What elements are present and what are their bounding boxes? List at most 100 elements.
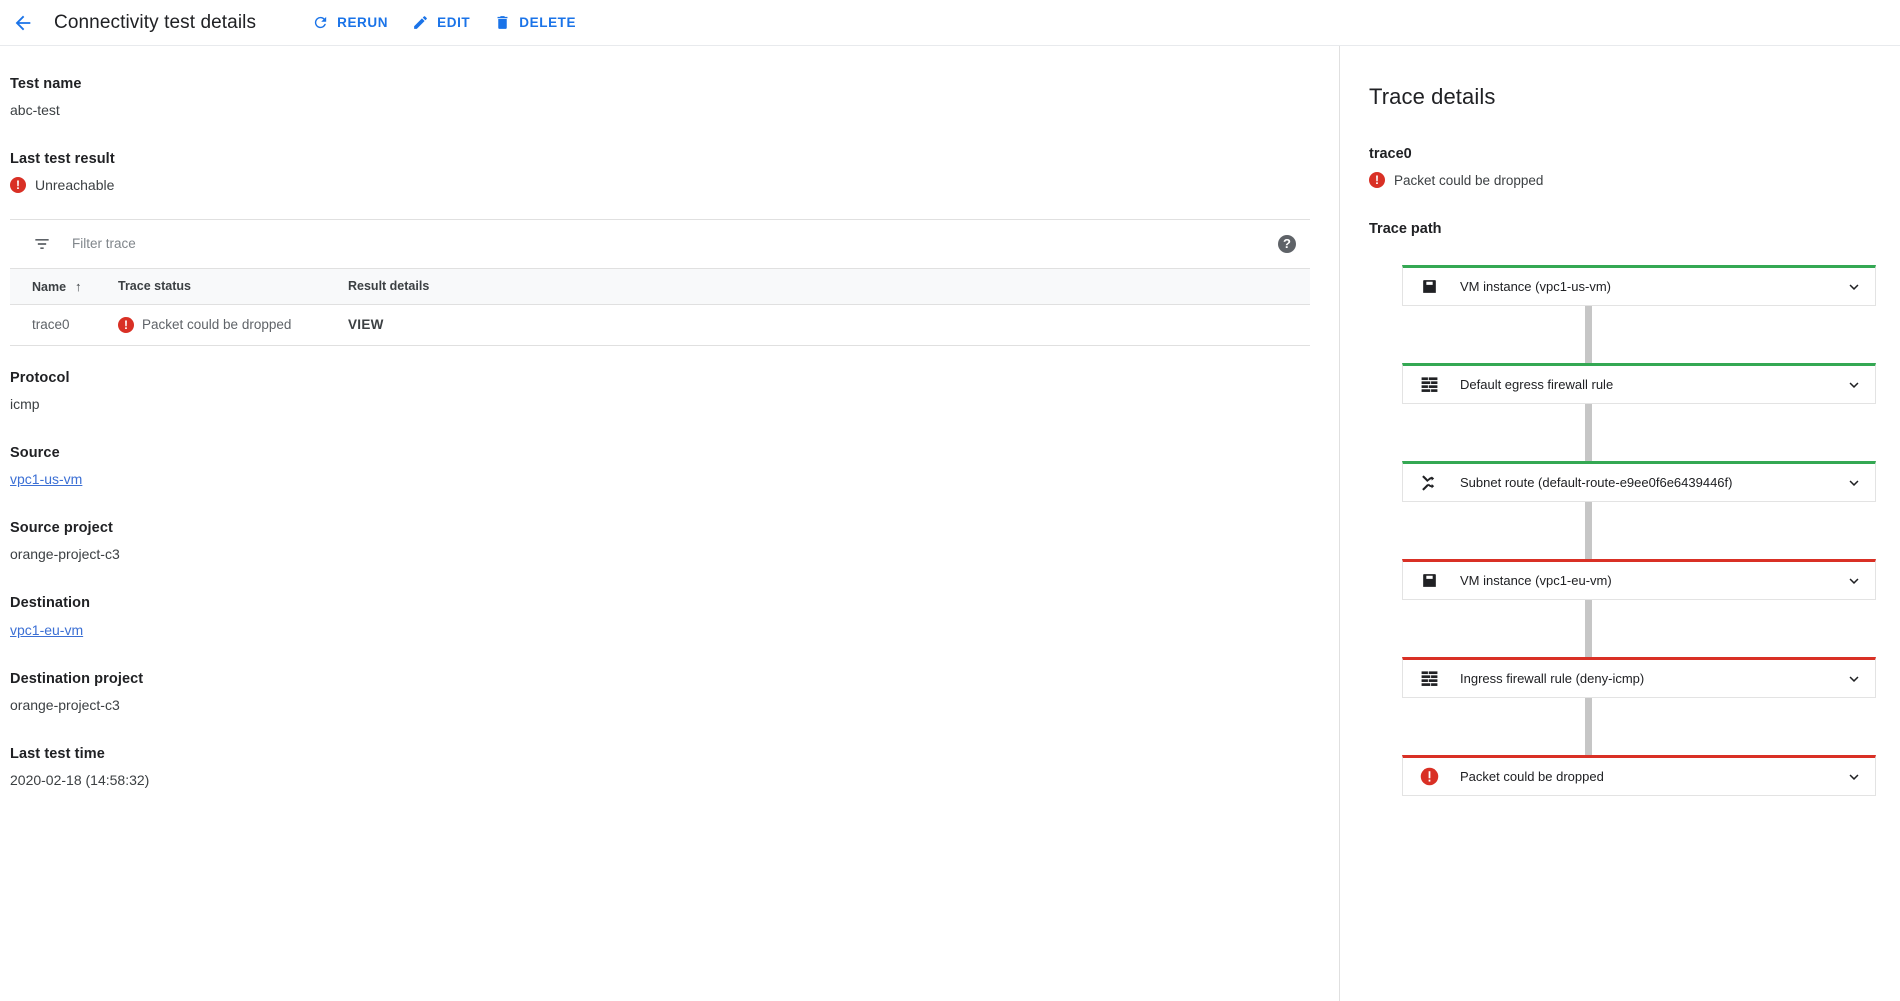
delete-button[interactable]: DELETE <box>484 8 586 37</box>
trace-table-body: trace0 ! Packet could be dropped VIEW <box>10 304 1310 346</box>
trace-node-vm-instance-source[interactable]: VM instance (vpc1-us-vm) <box>1402 265 1876 306</box>
trace-table-section: ? Name ↑ Trace status Result details trac… <box>10 218 1310 346</box>
refresh-icon <box>314 16 327 29</box>
column-header-name-label: Name <box>32 279 67 294</box>
vm-instance-icon <box>1419 276 1440 297</box>
trace-path-node: Default egress firewall rule <box>1402 363 1876 404</box>
field-test-name: Test name abc-test <box>10 74 1339 121</box>
destination-project-label: Destination project <box>10 670 144 687</box>
trash-icon <box>497 16 508 29</box>
protocol-label: Protocol <box>10 369 70 386</box>
trace-details-title: Trace details <box>1369 84 1496 109</box>
top-app-bar: Connectivity test details RERUN EDIT DEL… <box>0 0 1900 46</box>
trace-node-subnet-route[interactable]: Subnet route (default-route-e9ee0f6e6439… <box>1402 461 1876 502</box>
test-details-panel: Test name abc-test Last test result ! Un… <box>0 46 1340 1001</box>
column-header-name[interactable]: Name ↑ <box>10 267 118 305</box>
destination-label: Destination <box>10 595 91 612</box>
cell-result-details: VIEW <box>348 304 1310 346</box>
trace-node-ingress-firewall[interactable]: Ingress firewall rule (deny-icmp) <box>1402 657 1876 698</box>
last-test-result-value: Unreachable <box>35 176 115 193</box>
filter-trace-input[interactable] <box>72 236 572 252</box>
trace-node-label: Default egress firewall rule <box>1460 377 1614 392</box>
trace-path-node: VM instance (vpc1-us-vm) <box>1402 265 1876 306</box>
cell-trace-name: trace0 <box>10 304 118 346</box>
page-title: Connectivity test details <box>54 11 257 33</box>
table-header-row: Name ↑ Trace status Result details <box>10 267 1310 305</box>
field-last-test-time: Last test time 2020-02-18 (14:58:32) <box>10 744 1339 791</box>
chevron-down-icon[interactable] <box>1845 572 1863 590</box>
trace-table: Name ↑ Trace status Result details trace0… <box>10 267 1310 346</box>
table-row[interactable]: trace0 ! Packet could be dropped VIEW <box>10 304 1310 346</box>
trace-node-label: VM instance (vpc1-us-vm) <box>1460 279 1611 294</box>
trace-path-node: Subnet route (default-route-e9ee0f6e6439… <box>1402 461 1876 502</box>
error-icon: ! <box>118 316 134 333</box>
trace-table-head: Name ↑ Trace status Result details <box>10 267 1310 305</box>
cell-trace-status: ! Packet could be dropped <box>118 304 348 346</box>
error-icon <box>1419 766 1440 787</box>
trace-node-egress-firewall[interactable]: Default egress firewall rule <box>1402 363 1876 404</box>
trace-path-node: Packet could be dropped <box>1402 755 1876 796</box>
edit-button[interactable]: EDIT <box>402 8 480 37</box>
vm-instance-icon <box>1419 570 1440 591</box>
trace-status-text: Packet could be dropped <box>142 317 292 333</box>
column-header-trace-status[interactable]: Trace status <box>118 267 348 305</box>
help-icon[interactable]: ? <box>1278 234 1296 253</box>
source-link[interactable]: vpc1-us-vm <box>10 469 82 490</box>
sort-ascending-icon: ↑ <box>75 278 82 294</box>
error-icon: ! <box>1369 172 1385 188</box>
last-test-result-label: Last test result <box>10 151 115 168</box>
trace-node-label: VM instance (vpc1-eu-vm) <box>1460 573 1612 588</box>
destination-link[interactable]: vpc1-eu-vm <box>10 620 83 641</box>
trace-name: trace0 <box>1369 146 1412 162</box>
chevron-down-icon[interactable] <box>1845 474 1863 492</box>
trace-path-node: VM instance (vpc1-eu-vm) <box>1402 559 1876 600</box>
view-trace-button[interactable]: VIEW <box>348 317 384 332</box>
trace-node-label: Packet could be dropped <box>1460 769 1604 784</box>
test-name-label: Test name <box>10 76 82 92</box>
field-protocol: Protocol icmp <box>10 368 1339 415</box>
trace-status-wrap: ! Packet could be dropped <box>118 316 348 333</box>
trace-status-label: Packet could be dropped <box>1394 172 1544 188</box>
chevron-down-icon[interactable] <box>1845 278 1863 296</box>
connectivity-test-details-page: Connectivity test details RERUN EDIT DEL… <box>0 0 1900 1001</box>
chevron-down-icon[interactable] <box>1845 376 1863 394</box>
field-destination: Destination vpc1-eu-vm <box>10 593 1339 640</box>
filter-icon[interactable] <box>32 234 52 254</box>
back-button[interactable] <box>6 6 40 40</box>
last-test-time-label: Last test time <box>10 746 105 763</box>
source-project-value: orange-project-c3 <box>10 546 120 563</box>
test-name-value: abc-test <box>10 102 60 119</box>
firewall-icon <box>1419 668 1440 689</box>
trace-path-title: Trace path <box>1369 221 1442 237</box>
field-last-test-result: Last test result ! Unreachable <box>10 149 1339 193</box>
back-arrow-icon <box>15 15 31 30</box>
pencil-icon <box>414 16 427 29</box>
rerun-label: RERUN <box>337 15 389 30</box>
edit-label: EDIT <box>437 15 471 30</box>
chevron-down-icon[interactable] <box>1845 768 1863 786</box>
trace-node-label: Ingress firewall rule (deny-icmp) <box>1460 671 1645 686</box>
last-test-time-value: 2020-02-18 (14:58:32) <box>10 772 150 789</box>
chevron-down-icon[interactable] <box>1845 670 1863 688</box>
source-label: Source <box>10 444 60 461</box>
trace-details-panel: Trace details trace0 ! Packet could be d… <box>1341 46 1900 1001</box>
firewall-icon <box>1419 374 1440 395</box>
trace-path-list: VM instance (vpc1-us-vm) Default egress … <box>1369 265 1876 796</box>
trace-status-row: ! Packet could be dropped <box>1369 172 1876 188</box>
field-source-project: Source project orange-project-c3 <box>10 518 1339 565</box>
rerun-button[interactable]: RERUN <box>302 8 398 37</box>
field-destination-project: Destination project orange-project-c3 <box>10 669 1339 716</box>
trace-node-vm-instance-destination[interactable]: VM instance (vpc1-eu-vm) <box>1402 559 1876 600</box>
protocol-value: icmp <box>10 395 40 412</box>
trace-node-packet-dropped[interactable]: Packet could be dropped <box>1402 755 1876 796</box>
action-toolbar: RERUN EDIT DELETE <box>302 8 586 37</box>
trace-node-label: Subnet route (default-route-e9ee0f6e6439… <box>1460 475 1733 490</box>
filter-bar: ? <box>10 220 1310 268</box>
column-header-result-details[interactable]: Result details <box>348 267 1310 305</box>
